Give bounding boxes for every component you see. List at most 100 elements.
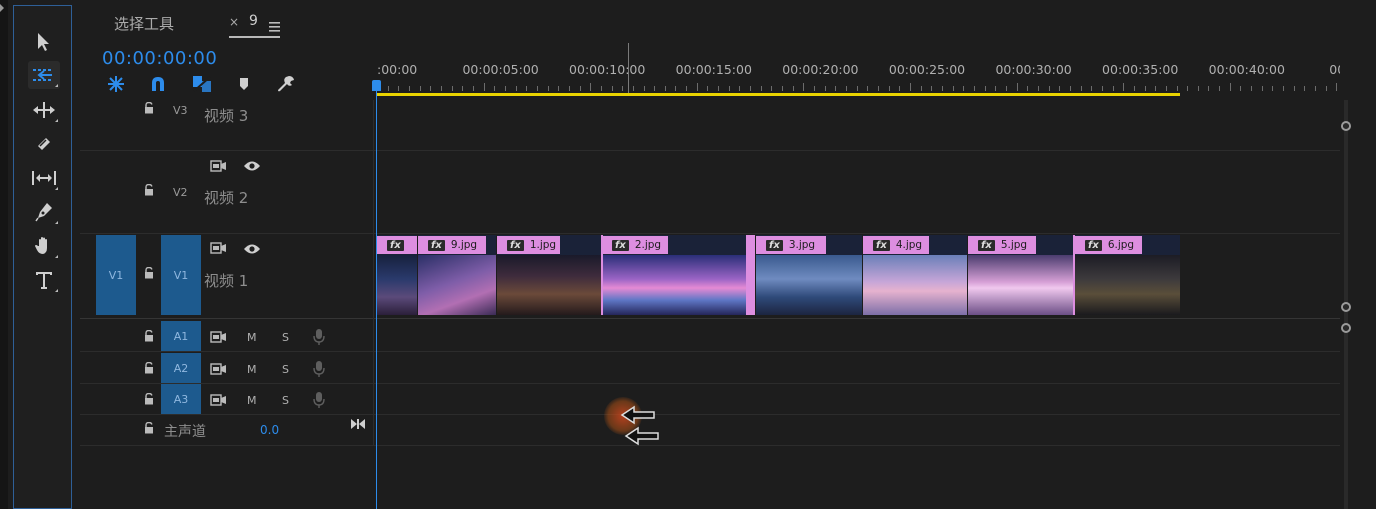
clip-thumbnail <box>863 255 967 315</box>
ruler-label: 00:00:25:00 <box>888 62 966 77</box>
active-tab-underline <box>229 36 280 38</box>
lock-icon[interactable] <box>143 393 155 405</box>
fx-badge[interactable]: fx <box>766 239 783 251</box>
microphone-icon[interactable] <box>313 328 325 346</box>
snap-magnet-icon[interactable] <box>148 74 168 94</box>
type-icon <box>36 272 52 289</box>
playhead-line[interactable] <box>376 87 377 509</box>
solo-button[interactable]: S <box>282 331 289 344</box>
razor-tool[interactable] <box>28 130 60 158</box>
clip-edge[interactable] <box>601 235 603 315</box>
arrow-icon <box>38 33 49 51</box>
toggle-sync-lock-icon[interactable] <box>210 362 228 376</box>
ruler-label: 00:00:05:00 <box>462 62 539 77</box>
toggle-sync-lock-icon[interactable] <box>210 241 228 255</box>
video-clip[interactable]: fx 3.jpg <box>756 235 862 315</box>
fx-badge[interactable]: fx <box>1085 239 1102 251</box>
clip-label: fx 1.jpg <box>497 236 560 254</box>
toggle-sync-lock-icon[interactable] <box>210 159 228 173</box>
video-clip[interactable]: fx 1.jpg <box>497 235 601 315</box>
selection-tool[interactable] <box>28 28 60 56</box>
hand-icon <box>35 237 47 254</box>
clip-thumbnail <box>602 255 755 315</box>
tab-select-tool[interactable]: 选择工具 <box>114 13 174 34</box>
lock-icon[interactable] <box>143 422 155 434</box>
video-clip[interactable]: fx 4.jpg <box>863 235 967 315</box>
fx-badge[interactable]: fx <box>387 239 404 251</box>
clip-edge[interactable] <box>1073 235 1075 315</box>
hand-tool[interactable] <box>28 232 60 260</box>
track-name-v3[interactable]: 视频 3 <box>204 105 248 126</box>
video-clip[interactable]: fx 2.jpg <box>602 235 755 315</box>
scroll-handle-audio[interactable] <box>1341 323 1351 333</box>
solo-button[interactable]: S <box>282 363 289 376</box>
master-volume-value[interactable]: 0.0 <box>260 423 279 437</box>
track-divider <box>80 351 1340 352</box>
toggle-sync-lock-icon[interactable] <box>210 330 228 344</box>
nest-icon[interactable] <box>106 74 126 94</box>
pen-tool[interactable] <box>28 198 60 226</box>
fx-badge[interactable]: fx <box>873 239 890 251</box>
source-patch-v1[interactable]: V1 <box>96 235 136 315</box>
microphone-icon[interactable] <box>313 391 325 409</box>
video-clip[interactable]: fx 6.jpg <box>1075 235 1180 315</box>
slip-tool[interactable] <box>28 164 60 192</box>
clip-thumbnail <box>1075 255 1180 315</box>
lock-icon[interactable] <box>143 362 155 374</box>
toggle-sync-lock-icon[interactable] <box>210 393 228 407</box>
lock-icon[interactable] <box>143 102 155 114</box>
fx-badge[interactable]: fx <box>978 239 995 251</box>
track-target-a1[interactable]: A1 <box>161 321 201 351</box>
track-target-a3[interactable]: A3 <box>161 384 201 414</box>
tab-sequence[interactable]: 9 <box>249 13 258 29</box>
clip-name: 9.jpg <box>450 239 478 251</box>
track-divider <box>80 414 1340 415</box>
track-target-v1[interactable]: V1 <box>161 235 201 315</box>
type-tool[interactable] <box>28 266 60 294</box>
fx-badge[interactable]: fx <box>428 239 445 251</box>
clip-name: 4.jpg <box>895 239 923 251</box>
fx-badge[interactable]: fx <box>507 239 524 251</box>
ruler-label: 00:00:10:00 <box>569 62 646 77</box>
wrench-settings-icon[interactable] <box>276 74 296 94</box>
clip-label: fx 3.jpg <box>756 236 826 254</box>
fx-badge[interactable]: fx <box>612 239 629 251</box>
eye-icon[interactable] <box>243 160 261 172</box>
lock-icon[interactable] <box>143 330 155 342</box>
scroll-handle-top[interactable] <box>1341 121 1351 131</box>
linked-selection-icon[interactable] <box>192 74 212 94</box>
playhead-handle[interactable] <box>372 80 381 91</box>
ripple-edit-tool[interactable] <box>28 96 60 124</box>
mouse-cursor-icon <box>620 405 659 446</box>
track-name-v1[interactable]: 视频 1 <box>204 270 248 291</box>
video-clip[interactable]: fx 9.jpg <box>418 235 496 315</box>
add-marker-icon[interactable] <box>234 74 254 94</box>
close-tab-icon[interactable]: × <box>229 15 239 29</box>
mute-button[interactable]: M <box>247 331 257 344</box>
clip-name: 6.jpg <box>1107 239 1135 251</box>
video-clip[interactable]: fx <box>377 235 417 315</box>
track-name-v2[interactable]: 视频 2 <box>204 187 248 208</box>
work-area-bar[interactable] <box>377 93 1180 96</box>
collapse-arrow-icon[interactable] <box>0 4 4 12</box>
lock-icon[interactable] <box>143 267 155 279</box>
solo-button[interactable]: S <box>282 394 289 407</box>
track-target-a2[interactable]: A2 <box>161 353 201 383</box>
hamburger-icon[interactable] <box>269 17 280 36</box>
mute-button[interactable]: M <box>247 363 257 376</box>
eye-icon[interactable] <box>243 243 261 255</box>
lock-icon[interactable] <box>143 184 155 196</box>
mute-button[interactable]: M <box>247 394 257 407</box>
clip-label: fx 5.jpg <box>968 236 1036 254</box>
ruler-label: 00:00:15:00 <box>675 62 752 77</box>
microphone-icon[interactable] <box>313 360 325 378</box>
go-to-in-out-icon[interactable] <box>350 418 366 430</box>
clip-thumbnail <box>418 255 496 315</box>
clip-edge[interactable] <box>746 235 755 315</box>
video-clip[interactable]: fx 5.jpg <box>968 235 1074 315</box>
playhead-timecode[interactable]: 00:00:00:00 <box>102 48 217 69</box>
time-ruler[interactable]: :00:00 00:00:05:00 00:00:10:00 00:00:15:00 0… <box>377 55 1340 95</box>
track-select-tool[interactable] <box>28 61 60 89</box>
scroll-handle-bottom[interactable] <box>1341 302 1351 312</box>
ruler-major-tick <box>628 43 629 93</box>
